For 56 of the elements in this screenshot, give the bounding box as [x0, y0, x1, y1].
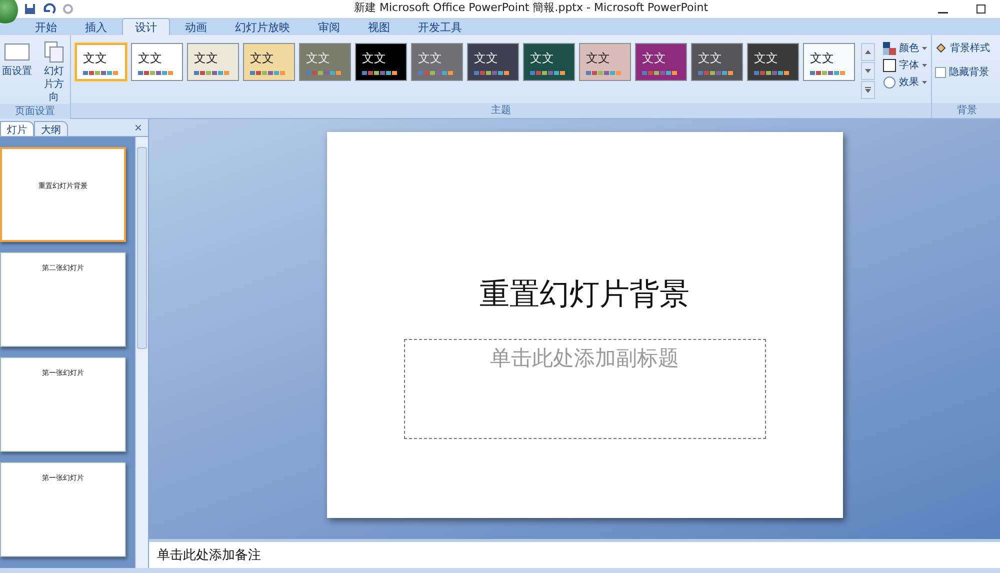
theme-thumbnail[interactable]: 文文 [747, 43, 799, 81]
notes-field[interactable]: 单击此处添加备注 [149, 539, 1000, 568]
pages-icon [43, 41, 65, 63]
background-styles-button[interactable]: 背景样式 [935, 41, 990, 55]
theme-thumbnail[interactable]: 文文 [355, 43, 407, 81]
down-arrow-icon [865, 69, 871, 73]
ribbon-tab[interactable]: 视图 [355, 18, 403, 35]
scroll-up-button[interactable] [861, 43, 875, 61]
theme-thumbnail[interactable]: 文文 [75, 43, 127, 81]
ribbon-button[interactable]: 面设置 [0, 41, 34, 78]
caret-icon [922, 46, 927, 50]
group-label: 背景 [932, 103, 1000, 118]
window-title: 新建 Microsoft Office PowerPoint 簡報.pptx - Microsoft PowerPoint [354, 0, 708, 15]
slide-title[interactable]: 重置幻灯片背景 [480, 274, 690, 315]
panel-tab[interactable]: 大纲 [34, 121, 68, 136]
theme-thumbnail[interactable]: 文文 [467, 43, 519, 81]
page-icon [4, 41, 30, 63]
ribbon-tab[interactable]: 动画 [172, 18, 220, 35]
ribbon-tab[interactable]: 开始 [22, 18, 70, 35]
theme-thumbnail[interactable]: 文文 [131, 43, 183, 81]
font-icon [883, 58, 896, 72]
theme-thumbnail[interactable]: 文文 [299, 43, 351, 81]
theme-thumbnail[interactable]: 文文 [691, 43, 743, 81]
more-arrow-icon [865, 87, 871, 93]
theme-option-button[interactable]: 效果 [883, 75, 927, 89]
theme-option-button[interactable]: 颜色 [883, 41, 927, 55]
color-palette-icon [883, 42, 896, 54]
ribbon-tab[interactable]: 开发工具 [405, 18, 475, 35]
theme-thumbnail[interactable]: 文文 [635, 43, 687, 81]
panel-tab[interactable]: 灯片 [0, 121, 34, 136]
maximize-icon[interactable] [976, 4, 986, 14]
up-arrow-icon [865, 50, 871, 54]
save-icon[interactable] [24, 3, 36, 15]
ribbon-tab[interactable]: 设计 [122, 18, 170, 35]
scrollbar[interactable] [135, 137, 148, 568]
theme-thumbnail[interactable]: 文文 [411, 43, 463, 81]
theme-option-button[interactable]: 字体 [883, 58, 927, 72]
hide-background-checkbox[interactable]: 隐藏背景 [935, 65, 989, 79]
ribbon-button[interactable]: 幻灯片方向 [38, 41, 70, 104]
theme-thumbnail[interactable]: 文文 [523, 43, 575, 81]
caret-icon [922, 64, 927, 66]
theme-thumbnail[interactable]: 文文 [803, 43, 855, 81]
close-button[interactable]: × [128, 120, 148, 135]
caret-icon [922, 80, 927, 84]
group-label: 页面设置 [0, 104, 70, 119]
theme-thumbnail[interactable]: 文文 [579, 43, 631, 81]
ribbon-tab[interactable]: 审阅 [305, 18, 353, 35]
undo-icon[interactable] [42, 3, 56, 15]
effects-icon [883, 76, 896, 88]
ribbon-tab[interactable]: 幻灯片放映 [222, 18, 303, 35]
more-button[interactable] [861, 81, 875, 99]
theme-thumbnail[interactable]: 文文 [243, 43, 295, 81]
group-label: 主题 [71, 103, 931, 118]
theme-thumbnail[interactable]: 文文 [187, 43, 239, 81]
ribbon-tab[interactable]: 插入 [72, 18, 120, 35]
scroll-down-button[interactable] [861, 62, 875, 80]
